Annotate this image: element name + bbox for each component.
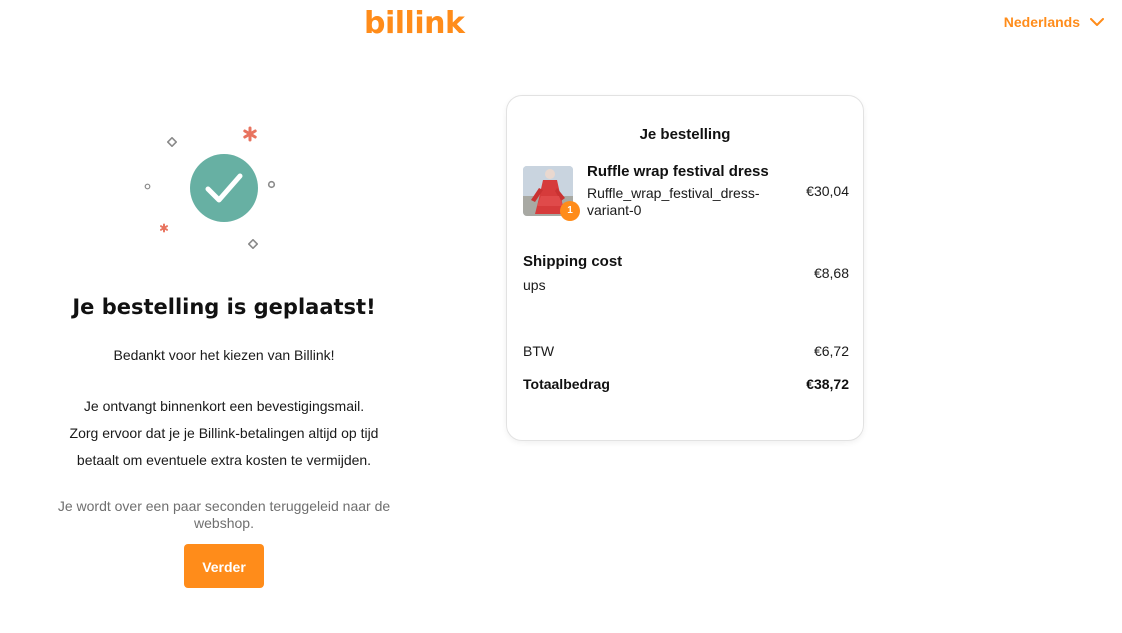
order-line-item: 1 Ruffle wrap festival dress Ruffle_wrap… [523, 163, 849, 222]
success-illustration [144, 110, 304, 250]
total-row: Totaalbedrag €38,72 [523, 376, 849, 392]
confirmation-panel: Je bestelling is geplaatst! Bedankt voor… [24, 110, 424, 588]
billink-logo: billink [364, 6, 465, 41]
btw-row: BTW €6,72 [523, 343, 849, 359]
btw-value: €6,72 [813, 343, 849, 359]
order-summary-title: Je bestelling [639, 126, 731, 143]
diamond-confetti-icon [166, 134, 178, 152]
product-name: Ruffle wrap festival dress [587, 163, 769, 180]
check-circle-icon [190, 154, 258, 222]
redirect-line: Je wordt over een paar seconden teruggel… [57, 498, 391, 514]
redirect-notice: Je wordt over een paar seconden teruggel… [24, 498, 424, 532]
product-price: €30,04 [806, 183, 849, 199]
diamond-confetti-icon [247, 236, 259, 254]
language-selector[interactable]: Nederlands [1004, 14, 1104, 30]
info-line: Zorg ervoor dat je je Billink-betalingen… [69, 425, 379, 441]
info-line: Je ontvangt binnenkort een bevestigingsm… [83, 398, 365, 414]
product-variant: Ruffle_wrap_festival_dress-variant-0 [587, 185, 760, 218]
btw-label: BTW [523, 343, 555, 359]
thanks-text: Bedankt voor het kiezen van Billink! [113, 347, 335, 363]
order-summary-card: Je bestelling 1 Ruffle wrap festival dre… [506, 95, 864, 441]
total-label: Totaalbedrag [523, 376, 610, 392]
star-confetti-icon [242, 126, 258, 147]
confirmation-info: Je ontvangt binnenkort een bevestigingsm… [24, 393, 424, 474]
chevron-down-icon [1090, 17, 1104, 27]
shipping-price: €8,68 [813, 265, 849, 281]
redirect-line: webshop. [194, 515, 254, 531]
shipping-label: Shipping cost [523, 253, 623, 270]
total-value: €38,72 [806, 376, 849, 392]
circle-confetti-icon [144, 177, 151, 195]
circle-confetti-icon [267, 176, 276, 194]
language-label: Nederlands [1003, 14, 1080, 30]
quantity-badge: 1 [560, 201, 580, 221]
shipping-method: ups [523, 277, 546, 293]
confirmation-title: Je bestelling is geplaatst! [72, 295, 376, 319]
shipping-row: Shipping cost ups €8,68 [523, 253, 849, 297]
header: billink Nederlands [0, 0, 1122, 60]
info-line: betaalt om eventuele extra kosten te ver… [76, 452, 372, 468]
continue-button[interactable]: Verder [184, 544, 264, 588]
star-confetti-icon [159, 220, 169, 238]
